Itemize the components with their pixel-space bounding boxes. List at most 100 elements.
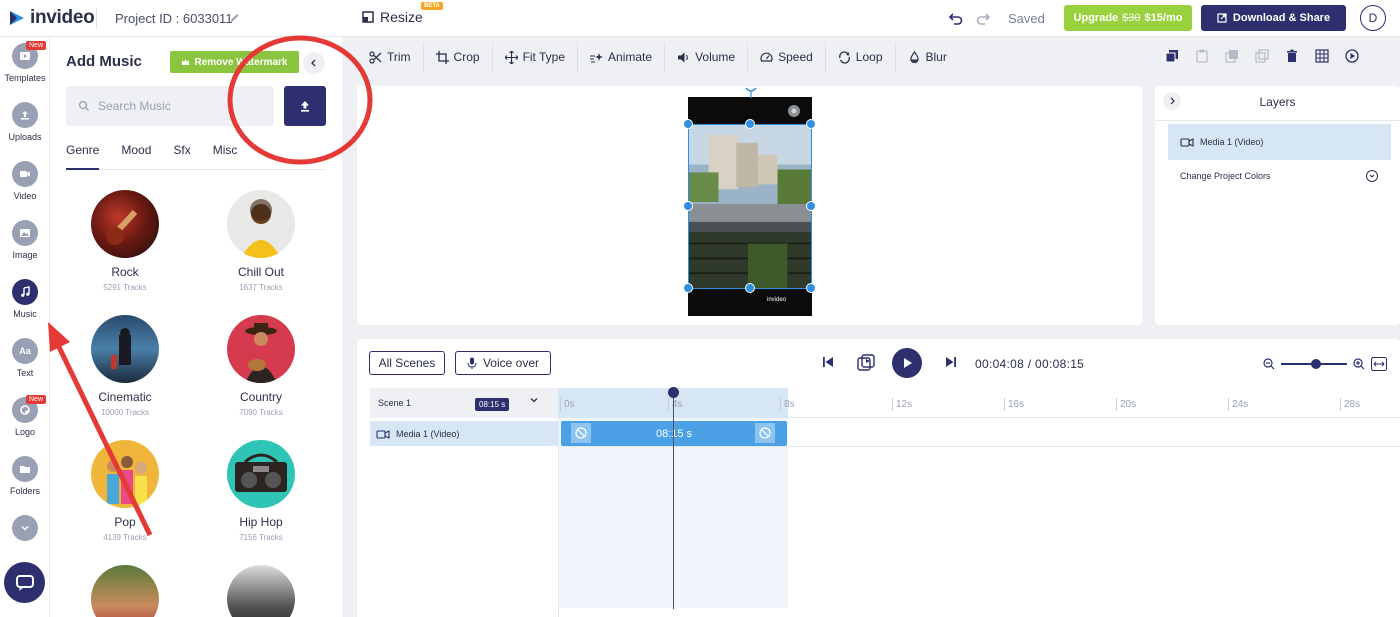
collapse-panel-button[interactable] <box>303 52 325 74</box>
blur-button[interactable]: Blur <box>896 42 959 72</box>
video-clip-preview[interactable] <box>688 124 812 289</box>
tab-mood[interactable]: Mood <box>121 140 151 170</box>
chevron-left-icon <box>311 59 316 67</box>
all-scenes-button[interactable]: All Scenes <box>369 351 445 375</box>
zoom-in-icon[interactable] <box>1353 358 1365 370</box>
video-camera-icon <box>376 429 390 439</box>
upload-music-button[interactable] <box>284 86 326 126</box>
rail-more-button[interactable] <box>0 509 50 567</box>
clip-trim-start[interactable] <box>571 423 591 443</box>
genre-card-country[interactable]: Country 7090 Tracks <box>201 315 321 417</box>
genre-card-rock[interactable]: Rock 5291 Tracks <box>65 190 185 292</box>
text-icon: Aa <box>12 338 38 364</box>
play-button[interactable] <box>892 348 922 378</box>
rail-item-templates[interactable]: Templates New <box>0 37 50 95</box>
voice-over-button[interactable]: Voice over <box>455 351 551 375</box>
genre-card-pop[interactable]: Pop 4139 Tracks <box>65 440 185 542</box>
undo-icon[interactable] <box>948 10 964 26</box>
playhead-handle[interactable] <box>668 387 679 398</box>
zoom-out-icon[interactable] <box>1263 358 1275 370</box>
scene-preview-icon[interactable] <box>857 354 875 372</box>
grid-icon[interactable] <box>1315 49 1329 63</box>
music-icon <box>12 279 38 305</box>
rotate-handle-icon[interactable] <box>744 86 758 98</box>
trim-button[interactable]: Trim <box>357 42 424 72</box>
genre-card-partial[interactable] <box>201 565 321 617</box>
time-ruler[interactable]: 0s 4s 8s 12s 16s 20s 24s 28s <box>558 388 1400 418</box>
video-clip[interactable]: 08:15 s <box>561 421 787 446</box>
rail-item-video[interactable]: Video <box>0 155 50 213</box>
rail-item-uploads[interactable]: Uploads <box>0 96 50 154</box>
genre-card-cinematic[interactable]: Cinematic 10000 Tracks <box>65 315 185 417</box>
rail-item-logo[interactable]: Logo New <box>0 391 50 449</box>
resize-handle[interactable] <box>806 119 816 129</box>
avatar[interactable]: D <box>1360 5 1386 31</box>
playhead[interactable] <box>673 391 674 609</box>
zoom-slider-knob[interactable] <box>1311 359 1321 369</box>
trash-icon[interactable] <box>1285 49 1299 63</box>
download-share-button[interactable]: Download & Share <box>1201 5 1346 31</box>
genre-thumbnail <box>227 190 295 258</box>
genre-name: Hip Hop <box>239 515 283 529</box>
tab-misc[interactable]: Misc <box>213 140 238 170</box>
clipboard-icon[interactable] <box>1195 49 1209 63</box>
resize-handle[interactable] <box>683 201 693 211</box>
tab-genre[interactable]: Genre <box>66 140 100 170</box>
settings-icon[interactable] <box>787 104 801 118</box>
layer-item[interactable]: Media 1 (Video) <box>1168 124 1391 160</box>
fit-type-button[interactable]: Fit Type <box>493 42 579 72</box>
invideo-logo[interactable]: invideo <box>8 7 95 29</box>
speed-button[interactable]: Speed <box>748 42 826 72</box>
ruler-tick: 16s <box>1004 398 1024 411</box>
genre-thumbnail <box>91 565 159 617</box>
genre-card-partial[interactable] <box>65 565 185 617</box>
zoom-slider[interactable] <box>1281 359 1347 369</box>
panel-title: Add Music <box>66 53 142 70</box>
genre-thumbnail <box>91 440 159 508</box>
rail-item-folders[interactable]: Folders <box>0 450 50 508</box>
skip-previous-icon[interactable] <box>822 356 834 368</box>
music-tabs: Genre Mood Sfx Misc <box>66 140 326 170</box>
resize-button[interactable]: Resize <box>362 9 423 25</box>
time-display: 00:04:08 / 00:08:15 <box>975 357 1084 371</box>
remove-watermark-button[interactable]: Remove Watermark <box>170 51 299 73</box>
folder-icon <box>12 456 38 482</box>
rail-item-image[interactable]: Image <box>0 214 50 272</box>
chevron-down-icon[interactable] <box>1366 170 1378 182</box>
resize-handle[interactable] <box>683 283 693 293</box>
fit-timeline-icon[interactable] <box>1371 357 1387 371</box>
clip-trim-end[interactable] <box>755 423 775 443</box>
loop-button[interactable]: Loop <box>826 42 896 72</box>
edit-pencil-icon[interactable] <box>229 11 241 23</box>
current-time: 00:04:08 <box>975 357 1025 371</box>
genre-card-hip-hop[interactable]: Hip Hop 7156 Tracks <box>201 440 321 542</box>
rail-item-text[interactable]: Aa Text <box>0 332 50 390</box>
crop-button[interactable]: Crop <box>424 42 493 72</box>
resize-handle[interactable] <box>806 283 816 293</box>
upgrade-button[interactable]: Upgrade $30 $15/mo <box>1064 5 1192 31</box>
rail-label: Uploads <box>8 132 42 142</box>
tab-sfx[interactable]: Sfx <box>173 140 190 170</box>
ruler-tick: 12s <box>892 398 912 411</box>
resize-handle[interactable] <box>745 119 755 129</box>
genre-card-chill-out[interactable]: Chill Out 1637 Tracks <box>201 190 321 292</box>
bring-forward-icon[interactable] <box>1225 49 1239 63</box>
animate-button[interactable]: Animate <box>578 42 666 72</box>
resize-handle[interactable] <box>745 283 755 293</box>
volume-button[interactable]: Volume <box>665 42 749 72</box>
change-project-colors[interactable]: Change Project Colors <box>1180 171 1271 181</box>
chat-button[interactable] <box>4 562 45 603</box>
chevron-down-icon[interactable] <box>529 395 539 405</box>
droplet-icon <box>909 50 919 63</box>
skip-next-icon[interactable] <box>945 356 957 368</box>
rail-item-music[interactable]: Music <box>0 273 50 331</box>
layer-front-icon[interactable] <box>1165 49 1179 63</box>
search-input[interactable] <box>98 99 258 113</box>
send-backward-icon[interactable] <box>1255 49 1269 63</box>
layers-panel: Layers Media 1 (Video) Change Project Co… <box>1155 86 1400 325</box>
redo-icon[interactable] <box>975 10 991 26</box>
media-track-header[interactable]: Media 1 (Video) <box>370 421 558 446</box>
preview-play-icon[interactable] <box>1345 49 1359 63</box>
resize-handle[interactable] <box>683 119 693 129</box>
resize-handle[interactable] <box>806 201 816 211</box>
